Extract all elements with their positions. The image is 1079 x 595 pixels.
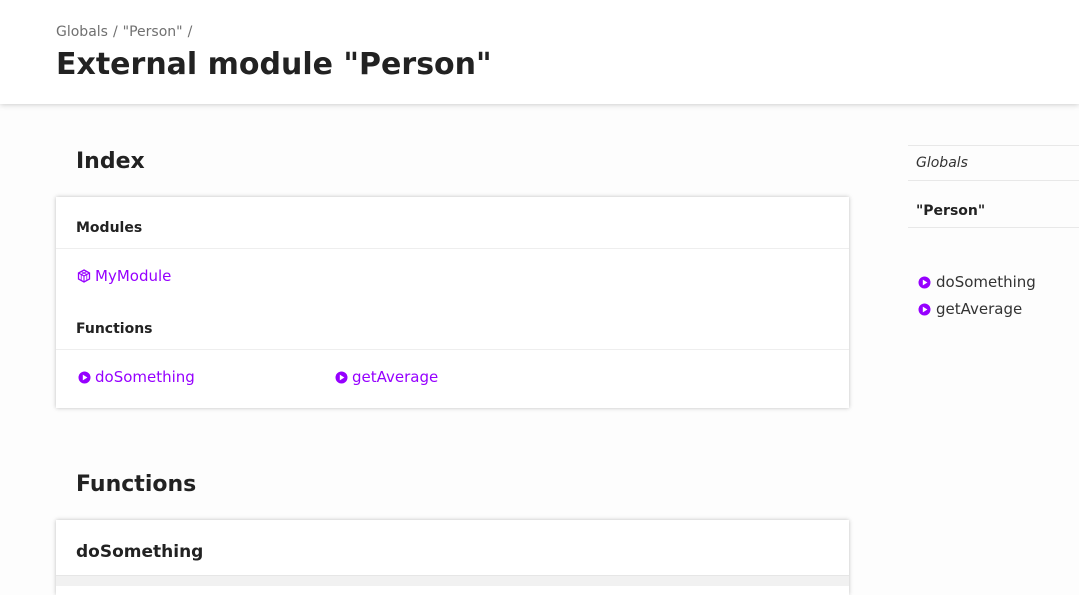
function-link-dosomething[interactable]: doSomething (78, 367, 195, 389)
sidebar-link-label: getAverage (936, 300, 1023, 318)
function-detail-title: doSomething (76, 542, 204, 562)
sidebar-current-row[interactable]: "Person" (908, 180, 1079, 228)
sidebar-current-module[interactable]: "Person" (916, 202, 985, 220)
function-bullet-icon (335, 369, 348, 389)
function-detail-panel: doSomething (56, 520, 849, 595)
sidebar-globals-link[interactable]: Globals (916, 154, 968, 172)
function-link-label: getAverage (352, 368, 439, 386)
index-heading: Index (76, 149, 145, 174)
sidebar-link-dosomething[interactable]: doSomething (918, 272, 1036, 294)
page-title: External module "Person" (56, 47, 492, 82)
function-link-label: doSomething (95, 368, 195, 386)
function-bullet-icon (78, 369, 91, 389)
breadcrumb-person-link[interactable]: "Person" (123, 24, 183, 40)
modules-heading: Modules (76, 220, 143, 236)
page-header: Globals / "Person" / External module "Perso… (0, 0, 1079, 104)
divider (56, 349, 849, 350)
functions-heading: Functions (76, 321, 153, 337)
sidebar-globals-row[interactable]: Globals (908, 145, 1079, 181)
module-link-label: MyModule (95, 267, 172, 285)
index-panel: Modules MyModule Functions doSomething g… (56, 197, 849, 408)
module-cube-icon (77, 268, 91, 288)
function-bullet-icon (918, 274, 931, 294)
breadcrumb-separator: / (112, 24, 118, 40)
divider (56, 248, 849, 249)
breadcrumb-globals-link[interactable]: Globals (56, 24, 108, 40)
function-link-getaverage[interactable]: getAverage (335, 367, 438, 389)
functions-section-heading: Functions (76, 472, 197, 497)
breadcrumb: Globals / "Person" / (56, 23, 197, 41)
breadcrumb-separator: / (187, 24, 193, 40)
module-link-mymodule[interactable]: MyModule (77, 266, 171, 288)
function-bullet-icon (918, 301, 931, 321)
sidebar-link-label: doSomething (936, 273, 1036, 291)
sidebar-link-getaverage[interactable]: getAverage (918, 299, 1022, 321)
